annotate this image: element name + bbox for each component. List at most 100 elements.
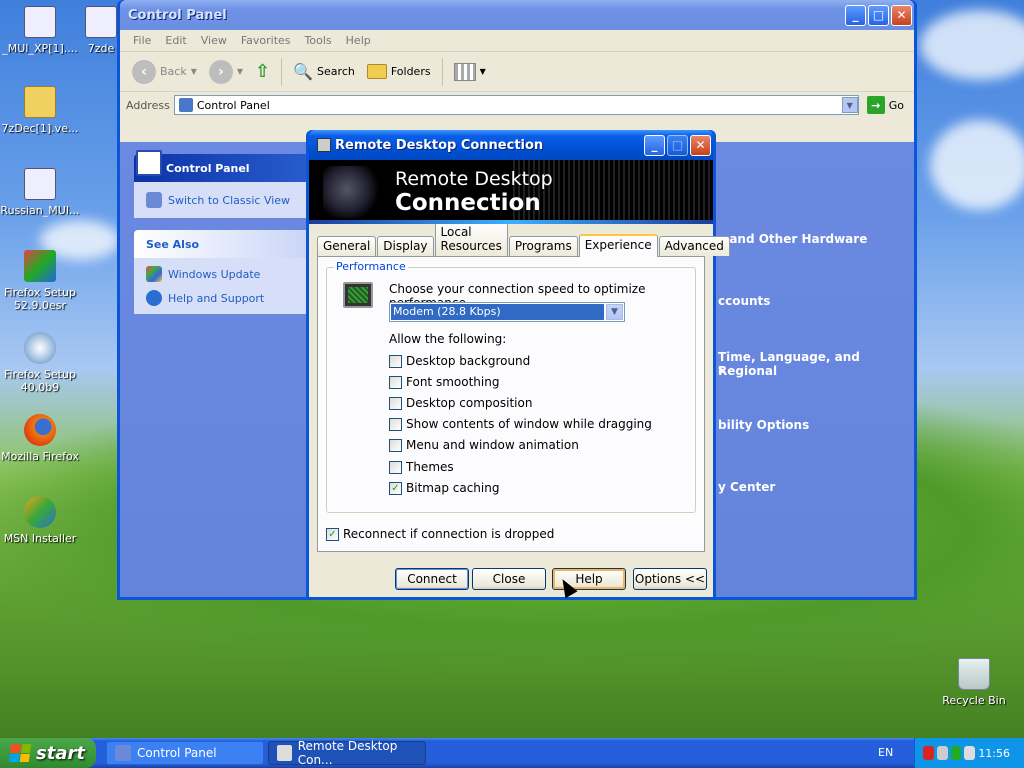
tab-general[interactable]: General <box>317 236 377 256</box>
checkbox[interactable] <box>389 354 402 368</box>
banner-title-line2: Connection <box>395 190 541 216</box>
chevron-down-icon: ▼ <box>236 67 244 76</box>
menu-view[interactable]: View <box>194 34 234 47</box>
control-panel-pane-header[interactable]: Control Panel <box>134 150 320 182</box>
see-also-header[interactable]: See Also <box>134 230 320 258</box>
help-and-support-link[interactable]: Help and Support <box>134 286 320 314</box>
folders-button[interactable]: Folders <box>363 62 435 81</box>
task-label: Control Panel <box>137 746 217 760</box>
taskbar-item-control-panel[interactable]: Control Panel <box>106 741 264 765</box>
search-label: Search <box>317 65 355 78</box>
close-dialog-button[interactable]: Close <box>472 568 546 590</box>
maximize-button[interactable]: □ <box>868 4 889 26</box>
security-shield-icon[interactable] <box>923 746 934 760</box>
desktop-icon-mui-xp[interactable]: _MUI_XP[1].... <box>0 6 80 55</box>
desktop-icon-firefox-setup-52[interactable]: Firefox Setup 52.9.0esr <box>0 250 80 312</box>
menu-edit[interactable]: Edit <box>158 34 193 47</box>
option-themes[interactable]: Themes <box>389 460 454 474</box>
desktop-icon-7zde[interactable]: 7zde <box>84 6 118 55</box>
control-panel-titlebar[interactable]: Control Panel _ □ ✕ <box>120 0 914 30</box>
windows-update-link[interactable]: Windows Update <box>134 258 320 286</box>
views-grid-icon <box>453 62 476 81</box>
minimize-button[interactable]: _ <box>644 134 665 156</box>
experience-panel: Performance Choose your connection speed… <box>317 256 705 552</box>
dropdown-arrow-icon[interactable]: ▼ <box>841 97 858 113</box>
taskbar-item-remote-desktop[interactable]: Remote Desktop Con... <box>268 739 426 767</box>
menu-tools[interactable]: Tools <box>298 34 339 47</box>
option-font-smoothing[interactable]: Font smoothing <box>389 375 499 389</box>
category-link[interactable]: Time, Language, and Regional <box>718 350 914 378</box>
desktop-icon-7zdec[interactable]: 7zDec[1].ve... <box>0 86 80 135</box>
desktop-icon-firefox-setup-40[interactable]: Firefox Setup 40.0b9 <box>0 332 80 394</box>
rdp-titlebar[interactable]: Remote Desktop Connection _ □ ✕ <box>309 130 713 160</box>
clock[interactable]: 11:56 <box>978 747 1010 760</box>
reconnect-option[interactable]: ✓ Reconnect if connection is dropped <box>326 527 554 541</box>
network-icon[interactable] <box>936 746 948 760</box>
maximize-button[interactable]: □ <box>667 134 688 156</box>
checkbox[interactable] <box>389 460 402 474</box>
tab-programs[interactable]: Programs <box>508 236 578 256</box>
tab-experience[interactable]: Experience <box>578 234 658 257</box>
close-button[interactable]: ✕ <box>690 134 711 156</box>
category-link[interactable]: ccounts <box>718 294 770 308</box>
option-label: Menu and window animation <box>406 438 579 452</box>
remote-desktop-icon <box>277 745 292 761</box>
address-field[interactable]: Control Panel ▼ <box>173 95 859 115</box>
file-icon <box>24 168 56 200</box>
checkbox[interactable] <box>389 375 402 389</box>
connect-button[interactable]: Connect <box>395 568 469 590</box>
option-show-window-contents[interactable]: Show contents of window while dragging <box>389 417 652 431</box>
chevron-down-icon[interactable]: ▼ <box>606 304 623 320</box>
desktop-icon-recycle-bin[interactable]: Recycle Bin <box>934 658 1014 707</box>
banner-accent-bar <box>309 220 713 224</box>
recycle-bin-icon <box>958 658 990 690</box>
option-desktop-composition[interactable]: Desktop composition <box>389 396 532 410</box>
menu-favorites[interactable]: Favorites <box>234 34 298 47</box>
performance-group-title: Performance <box>334 260 408 273</box>
back-button[interactable]: ‹ Back ▼ <box>128 58 201 86</box>
category-link[interactable]: y Center <box>718 480 775 494</box>
tab-advanced[interactable]: Advanced <box>658 236 730 256</box>
language-indicator[interactable]: EN <box>878 746 893 759</box>
views-button[interactable]: ▼ <box>450 61 490 83</box>
checkbox[interactable] <box>389 417 402 431</box>
tab-local-resources[interactable]: Local Resources <box>434 222 508 256</box>
toolbar: ‹ Back ▼ › ▼ ⇧ 🔍 Search Folders ▼ <box>120 52 914 92</box>
desktop-icon-russian-mui[interactable]: Russian_MUI... <box>0 168 80 217</box>
connection-speed-select[interactable]: Modem (28.8 Kbps) ▼ <box>389 302 625 322</box>
category-link[interactable]: s <box>718 362 725 376</box>
forward-button[interactable]: › ▼ <box>205 58 247 86</box>
search-button[interactable]: 🔍 Search <box>289 60 359 83</box>
back-arrow-icon: ‹ <box>132 59 156 84</box>
option-desktop-background[interactable]: Desktop background <box>389 354 530 368</box>
up-button[interactable]: ⇧ <box>251 59 274 84</box>
option-menu-animation[interactable]: Menu and window animation <box>389 438 579 452</box>
category-link[interactable]: s and Other Hardware <box>718 232 867 246</box>
close-button[interactable]: ✕ <box>891 4 912 26</box>
firefox-icon <box>24 414 56 446</box>
tab-display[interactable]: Display <box>377 236 434 256</box>
minimize-button[interactable]: _ <box>845 4 866 26</box>
menu-help[interactable]: Help <box>339 34 378 47</box>
desktop-icon-mozilla-firefox[interactable]: Mozilla Firefox <box>0 414 80 463</box>
go-button[interactable]: → Go <box>863 96 908 114</box>
option-bitmap-caching[interactable]: ✓ Bitmap caching <box>389 481 499 495</box>
options-button[interactable]: Options << <box>633 568 707 590</box>
switch-to-classic-view-link[interactable]: Switch to Classic View <box>134 182 320 218</box>
menu-file[interactable]: File <box>126 34 158 47</box>
checkbox-checked[interactable]: ✓ <box>389 481 402 495</box>
checkbox[interactable] <box>389 438 402 452</box>
switch-view-label: Switch to Classic View <box>168 193 291 207</box>
banner-title-line1: Remote Desktop <box>395 168 553 190</box>
category-link[interactable]: bility Options <box>718 418 809 432</box>
desktop-icon-msn-installer[interactable]: MSN Installer <box>0 496 80 545</box>
control-panel-icon <box>178 98 193 112</box>
start-button[interactable]: start <box>0 738 96 768</box>
performance-group: Performance Choose your connection speed… <box>326 260 696 513</box>
checkbox[interactable] <box>389 396 402 410</box>
safely-remove-icon[interactable] <box>950 746 962 760</box>
checkbox-checked[interactable]: ✓ <box>326 527 339 541</box>
volume-icon[interactable] <box>964 746 976 760</box>
connection-speed-value: Modem (28.8 Kbps) <box>391 304 604 320</box>
reconnect-label: Reconnect if connection is dropped <box>343 527 555 541</box>
